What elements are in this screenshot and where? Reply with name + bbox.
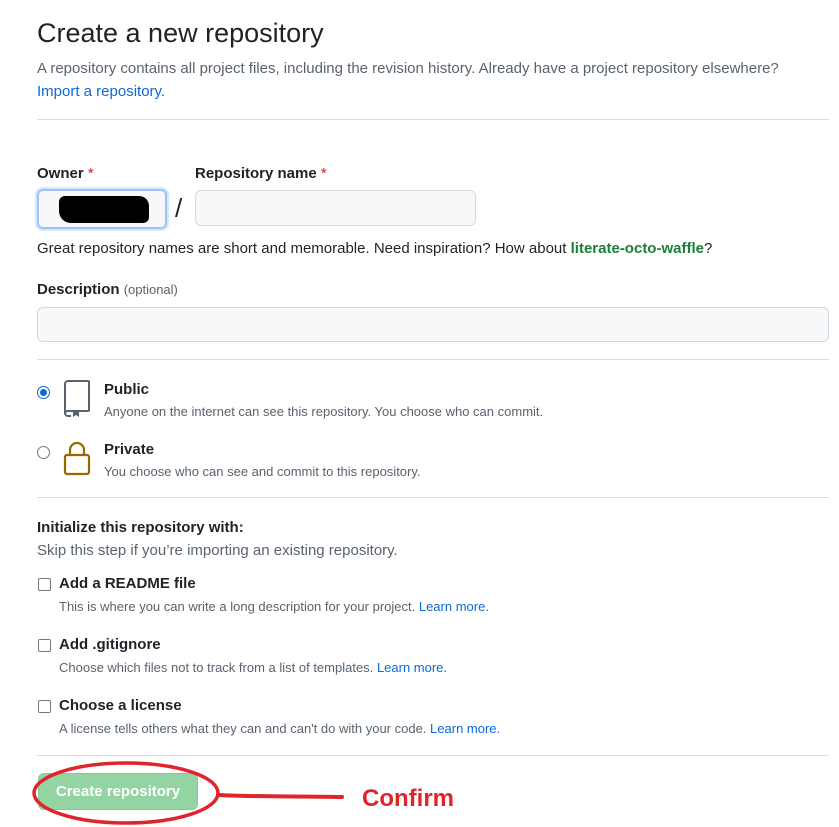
page-intro: A repository contains all project files,… bbox=[37, 57, 832, 103]
license-learn-more-link[interactable]: Learn more. bbox=[430, 721, 500, 736]
license-desc: A license tells others what they can and… bbox=[59, 721, 500, 736]
name-suggestion[interactable]: literate-octo-waffle bbox=[571, 240, 704, 257]
description-input[interactable] bbox=[37, 307, 829, 342]
divider bbox=[37, 359, 829, 360]
gitignore-learn-more-link[interactable]: Learn more. bbox=[377, 660, 447, 675]
gitignore-desc: Choose which files not to track from a l… bbox=[59, 660, 447, 675]
description-label-text: Description bbox=[37, 281, 120, 298]
license-desc-text: A license tells others what they can and… bbox=[59, 721, 427, 736]
repo-icon bbox=[64, 380, 90, 417]
name-hint-suffix: ? bbox=[703, 240, 713, 257]
owner-required-mark: * bbox=[87, 165, 94, 182]
lock-icon bbox=[63, 441, 91, 476]
license-checkbox[interactable] bbox=[38, 700, 51, 713]
divider bbox=[37, 755, 829, 756]
description-label: Description (optional) bbox=[37, 281, 178, 298]
repo-name-input[interactable] bbox=[195, 190, 476, 226]
page-title: Create a new repository bbox=[37, 18, 324, 48]
init-subheading: Skip this step if you’re importing an ex… bbox=[37, 542, 398, 559]
gitignore-title: Add .gitignore bbox=[59, 636, 161, 653]
name-hint: Great repository names are short and mem… bbox=[37, 240, 712, 257]
annotation-line bbox=[216, 793, 344, 799]
public-desc: Anyone on the internet can see this repo… bbox=[104, 404, 544, 419]
license-title: Choose a license bbox=[59, 697, 182, 714]
gitignore-checkbox[interactable] bbox=[38, 639, 51, 652]
description-optional: (optional) bbox=[123, 282, 178, 297]
readme-title: Add a README file bbox=[59, 575, 196, 592]
private-desc: You choose who can see and commit to thi… bbox=[104, 464, 421, 479]
readme-desc-text: This is where you can write a long descr… bbox=[59, 599, 416, 614]
repo-name-label: Repository name * bbox=[195, 165, 327, 182]
private-radio[interactable] bbox=[37, 446, 50, 459]
redacted-owner bbox=[59, 196, 149, 223]
create-repository-button[interactable]: Create repository bbox=[38, 773, 198, 810]
intro-text: A repository contains all project files,… bbox=[37, 60, 779, 77]
gitignore-desc-text: Choose which files not to track from a l… bbox=[59, 660, 374, 675]
owner-select[interactable] bbox=[37, 189, 167, 229]
divider bbox=[37, 119, 829, 120]
repo-name-label-text: Repository name bbox=[195, 165, 317, 182]
public-radio[interactable] bbox=[37, 386, 50, 399]
owner-label: Owner * bbox=[37, 165, 94, 182]
owner-label-text: Owner bbox=[37, 165, 84, 182]
init-heading: Initialize this repository with: bbox=[37, 519, 244, 536]
readme-checkbox[interactable] bbox=[38, 578, 51, 591]
confirm-annotation: Confirm bbox=[362, 785, 454, 812]
private-title: Private bbox=[104, 441, 155, 458]
name-hint-text: Great repository names are short and mem… bbox=[37, 240, 567, 257]
import-repository-link[interactable]: Import a repository. bbox=[37, 83, 165, 100]
readme-desc: This is where you can write a long descr… bbox=[59, 599, 489, 614]
repo-name-required-mark: * bbox=[320, 165, 327, 182]
divider bbox=[37, 497, 829, 498]
public-title: Public bbox=[104, 381, 150, 398]
owner-repo-separator: / bbox=[175, 193, 183, 223]
readme-learn-more-link[interactable]: Learn more. bbox=[419, 599, 489, 614]
